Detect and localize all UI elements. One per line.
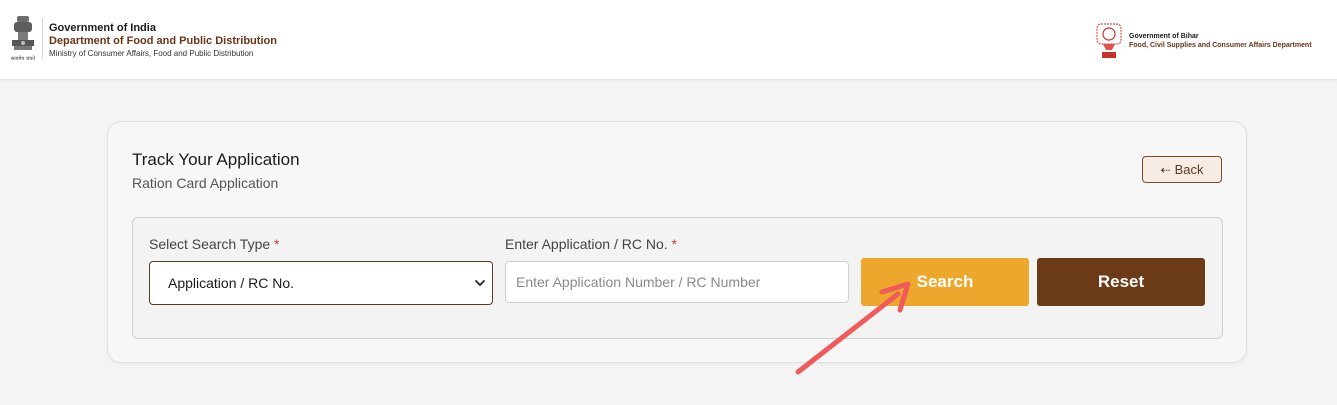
back-button-label: Back — [1174, 162, 1204, 177]
application-no-label: Enter Application / RC No. * — [505, 236, 677, 252]
svg-text:सत्यमेव जयते: सत्यमेव जयते — [11, 55, 35, 62]
annotation-arrow-icon — [795, 281, 911, 375]
page-title: Track Your Application — [132, 150, 300, 169]
gov-bihar-text: Government of Bihar Food, Civil Supplies… — [1129, 32, 1312, 50]
bihar-emblem-icon — [1096, 23, 1122, 58]
search-type-select[interactable]: Application / RC No. — [149, 261, 493, 305]
search-type-selected: Application / RC No. — [168, 275, 295, 291]
department-title: Department of Food and Public Distributi… — [49, 35, 277, 47]
gov-india-text: Government of India Department of Food a… — [49, 22, 277, 59]
reset-button[interactable]: Reset — [1037, 258, 1205, 306]
required-mark: * — [671, 236, 677, 252]
header-divider — [42, 18, 43, 60]
national-emblem-icon: सत्यमेव जयते — [11, 16, 35, 62]
gov-bihar-title: Government of Bihar — [1129, 33, 1199, 40]
application-no-label-text: Enter Application / RC No. — [505, 236, 668, 252]
gov-india-title: Government of India — [49, 22, 156, 34]
search-form: Select Search Type * Application / RC No… — [132, 217, 1223, 339]
site-header: सत्यमेव जयते Government of India Departm… — [0, 0, 1337, 80]
search-type-label: Select Search Type * — [149, 236, 280, 252]
ministry-title: Ministry of Consumer Affairs, Food and P… — [49, 49, 254, 58]
page-subtitle: Ration Card Application — [132, 175, 279, 191]
track-application-card: Track Your Application Ration Card Appli… — [107, 121, 1247, 363]
search-type-label-text: Select Search Type — [149, 236, 271, 252]
back-arrow-icon: ⇠ — [1160, 162, 1171, 177]
bihar-department-title: Food, Civil Supplies and Consumer Affair… — [1129, 42, 1312, 49]
chevron-down-icon — [475, 280, 485, 286]
back-button[interactable]: ⇠ Back — [1142, 156, 1222, 183]
required-mark: * — [274, 236, 280, 252]
